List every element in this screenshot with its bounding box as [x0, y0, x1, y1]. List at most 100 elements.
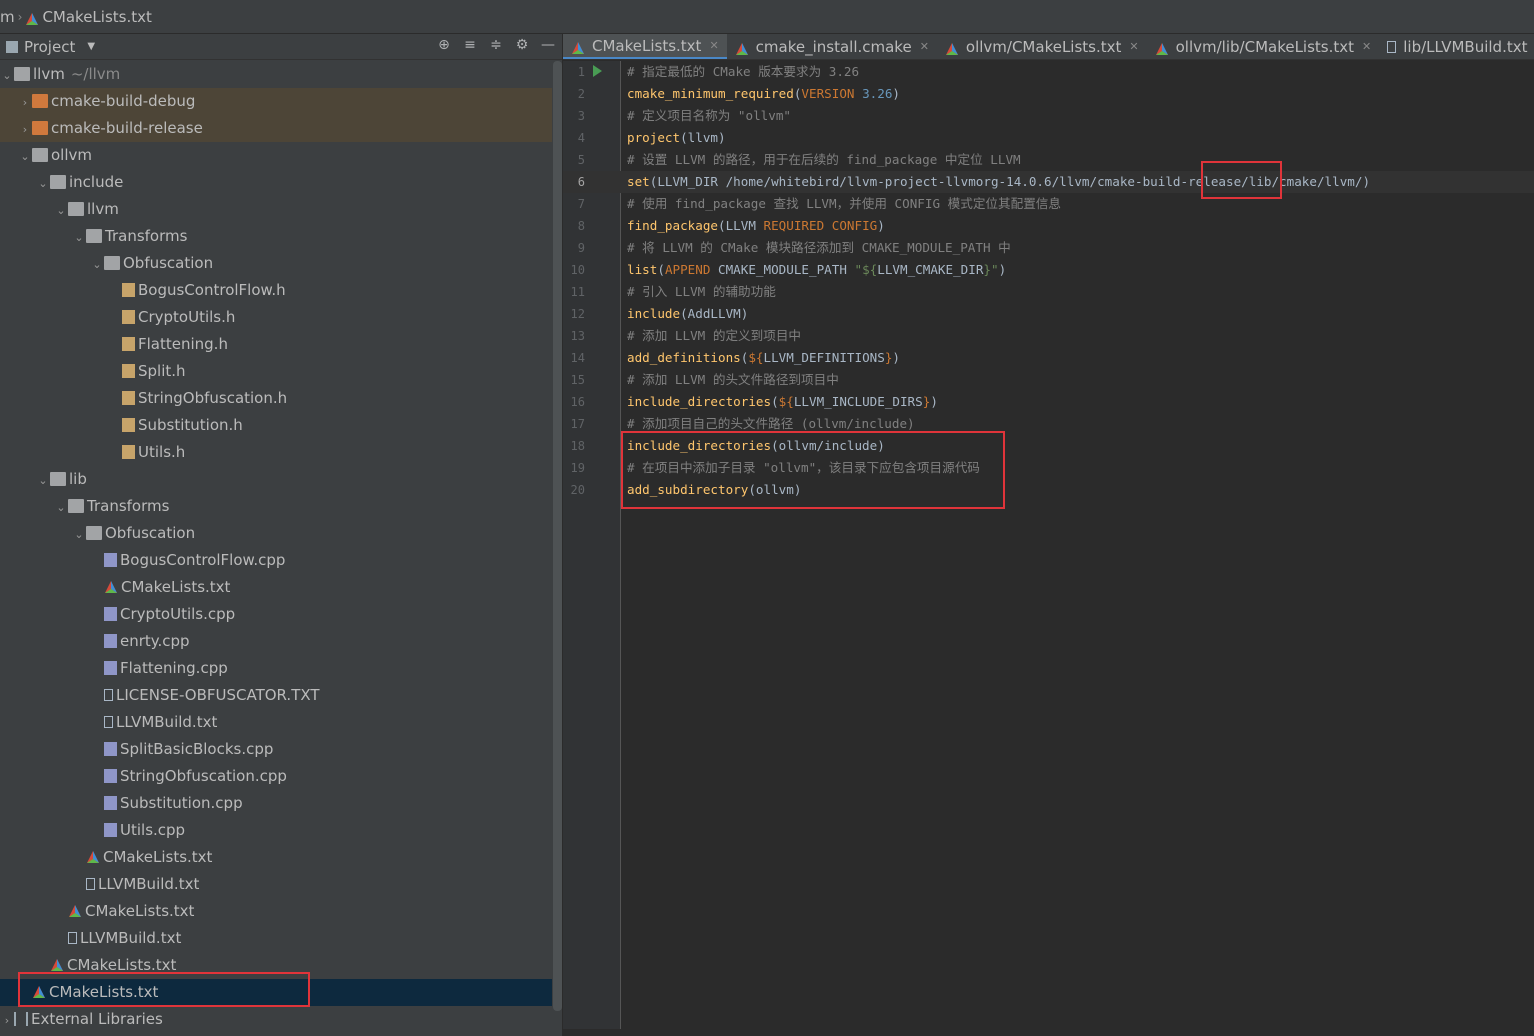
- tree-item[interactable]: BogusControlFlow.h: [0, 277, 552, 304]
- tree-item[interactable]: enrty.cpp: [0, 628, 552, 655]
- code-line[interactable]: 5 # 设置 LLVM 的路径，用于在后续的 find_package 中定位 L…: [563, 149, 1534, 171]
- editor-tab-label: ollvm/lib/CMakeLists.txt: [1175, 38, 1355, 56]
- chevron-down-icon[interactable]: ⌄: [36, 170, 50, 197]
- tree-item[interactable]: LICENSE-OBFUSCATOR.TXT: [0, 682, 552, 709]
- tree-item-label: CMakeLists.txt: [121, 578, 231, 596]
- code-token: # 设置 LLVM 的路径，用于在后续的 find_package 中定位 LL…: [627, 152, 1021, 167]
- tree-item[interactable]: SplitBasicBlocks.cpp: [0, 736, 552, 763]
- chevron-right-icon[interactable]: ›: [18, 116, 32, 143]
- code-line[interactable]: 16 include_directories(${LLVM_INCLUDE_DIR…: [563, 391, 1534, 413]
- close-icon[interactable]: ✕: [709, 34, 718, 59]
- dropdown-icon[interactable]: ▼: [87, 41, 95, 52]
- locate-icon[interactable]: ⊕: [436, 37, 452, 53]
- code-token: list: [627, 262, 658, 277]
- code-line[interactable]: 11 # 引入 LLVM 的辅助功能: [563, 281, 1534, 303]
- tree-item[interactable]: ⌄ llvm: [0, 196, 552, 223]
- tree-item-label: CMakeLists.txt: [85, 902, 195, 920]
- close-icon[interactable]: ✕: [1362, 34, 1371, 59]
- tree-item[interactable]: Substitution.h: [0, 412, 552, 439]
- tree-item[interactable]: StringObfuscation.h: [0, 385, 552, 412]
- chevron-down-icon[interactable]: ⌄: [90, 251, 104, 278]
- tree-item[interactable]: ⌄ Obfuscation: [0, 520, 552, 547]
- header-file-icon: [122, 336, 135, 351]
- code-line[interactable]: 12 include(AddLLVM): [563, 303, 1534, 325]
- code-line[interactable]: 3 # 定义项目名称为 "ollvm": [563, 105, 1534, 127]
- tree-item-label: LLVMBuild.txt: [80, 929, 182, 947]
- tree-item[interactable]: CMakeLists.txt: [0, 574, 552, 601]
- code-token: APPEND: [664, 262, 711, 277]
- chevron-down-icon[interactable]: ⌄: [72, 521, 86, 548]
- tree-item[interactable]: ⌄ llvm ~/llvm: [0, 61, 552, 88]
- tree-item[interactable]: › cmake-build-debug: [0, 88, 552, 115]
- tree-item[interactable]: LLVMBuild.txt: [0, 925, 552, 952]
- collapse-all-icon[interactable]: ≑: [488, 37, 504, 53]
- tree-item-path-hint: ~/llvm: [70, 65, 121, 83]
- tree-item[interactable]: CryptoUtils.h: [0, 304, 552, 331]
- code-line[interactable]: 7 # 使用 find_package 查找 LLVM，并使用 CONFIG 模式…: [563, 193, 1534, 215]
- editor-tab[interactable]: lib/LLVMBuild.txt✕: [1379, 34, 1534, 59]
- expand-all-icon[interactable]: ≡: [462, 37, 478, 53]
- code-line[interactable]: 15 # 添加 LLVM 的头文件路径到项目中: [563, 369, 1534, 391]
- tree-item[interactable]: ⌄ Transforms: [0, 493, 552, 520]
- project-panel: Project ▼ ⊕ ≡ ≑ ⚙ — ⌄ llvm ~/llvm › cmake-bu…: [0, 34, 562, 1036]
- tree-item[interactable]: ⌄ include: [0, 169, 552, 196]
- tree-item[interactable]: ⌄ ollvm: [0, 142, 552, 169]
- tree-item[interactable]: CMakeLists.txt: [0, 898, 552, 925]
- code-line[interactable]: 10 list(APPEND CMAKE_MODULE_PATH "${LLVM_…: [563, 259, 1534, 281]
- line-number: 12: [570, 307, 585, 321]
- editor-tab[interactable]: ollvm/CMakeLists.txt ✕: [937, 34, 1147, 59]
- gear-icon[interactable]: ⚙: [514, 37, 530, 53]
- editor-tab[interactable]: cmake_install.cmake ✕: [727, 34, 937, 59]
- breadcrumb-file[interactable]: CMakeLists.txt: [42, 8, 151, 26]
- close-icon[interactable]: ✕: [920, 34, 929, 59]
- tree-item[interactable]: ⌄ Obfuscation: [0, 250, 552, 277]
- tree-item[interactable]: ⌄ Transforms: [0, 223, 552, 250]
- tree-item[interactable]: StringObfuscation.cpp: [0, 763, 552, 790]
- code-line[interactable]: 8 find_package(LLVM REQUIRED CONFIG): [563, 215, 1534, 237]
- code-line[interactable]: 6 set(LLVM_DIR /home/whitebird/llvm-proje…: [563, 171, 1534, 193]
- tree-item-label: CMakeLists.txt: [103, 848, 213, 866]
- header-file-icon: [122, 417, 135, 432]
- chevron-down-icon[interactable]: ⌄: [54, 197, 68, 224]
- code-line[interactable]: 9 # 将 LLVM 的 CMake 模块路径添加到 CMAKE_MODULE_P…: [563, 237, 1534, 259]
- hide-icon[interactable]: —: [540, 37, 556, 53]
- close-icon[interactable]: ✕: [1129, 34, 1138, 59]
- tree-item[interactable]: ⌄ lib: [0, 466, 552, 493]
- editor-tab[interactable]: ollvm/lib/CMakeLists.txt ✕: [1147, 34, 1380, 59]
- tree-item[interactable]: LLVMBuild.txt: [0, 871, 552, 898]
- tree-item[interactable]: CMakeLists.txt: [0, 844, 552, 871]
- code-line[interactable]: 14 add_definitions(${LLVM_DEFINITIONS}): [563, 347, 1534, 369]
- tree-item[interactable]: Utils.cpp: [0, 817, 552, 844]
- cpp-file-icon: [104, 660, 117, 675]
- code-text: include_directories(${LLVM_INCLUDE_DIRS}…: [627, 391, 938, 413]
- tree-item[interactable]: BogusControlFlow.cpp: [0, 547, 552, 574]
- navigation-bar: m › CMakeLists.txt: [0, 0, 1534, 34]
- tree-scrollbar[interactable]: [553, 61, 562, 1011]
- code-line[interactable]: 1 # 指定最低的 CMake 版本要求为 3.26: [563, 61, 1534, 83]
- tree-item[interactable]: › External Libraries: [0, 1006, 552, 1033]
- chevron-down-icon[interactable]: ⌄: [72, 224, 86, 251]
- chevron-down-icon[interactable]: ⌄: [0, 62, 14, 89]
- tree-item[interactable]: Flattening.h: [0, 331, 552, 358]
- tree-item[interactable]: CryptoUtils.cpp: [0, 601, 552, 628]
- chevron-down-icon[interactable]: ⌄: [18, 143, 32, 170]
- tree-item[interactable]: Utils.h: [0, 439, 552, 466]
- run-icon[interactable]: [593, 65, 602, 77]
- chevron-right-icon[interactable]: ›: [0, 1007, 14, 1034]
- code-line[interactable]: 2 cmake_minimum_required(VERSION 3.26): [563, 83, 1534, 105]
- chevron-down-icon[interactable]: ⌄: [36, 467, 50, 494]
- chevron-right-icon[interactable]: ›: [18, 89, 32, 116]
- chevron-down-icon[interactable]: ⌄: [54, 494, 68, 521]
- tree-item[interactable]: Flattening.cpp: [0, 655, 552, 682]
- editor-tab[interactable]: CMakeLists.txt ✕: [563, 34, 727, 59]
- tree-item[interactable]: Split.h: [0, 358, 552, 385]
- code-line[interactable]: 13 # 添加 LLVM 的定义到项目中: [563, 325, 1534, 347]
- tree-item-label: SplitBasicBlocks.cpp: [120, 740, 274, 758]
- breadcrumb-root[interactable]: m: [0, 8, 15, 26]
- code-line[interactable]: 4 project(llvm): [563, 127, 1534, 149]
- tree-item[interactable]: LLVMBuild.txt: [0, 709, 552, 736]
- tree-item[interactable]: Substitution.cpp: [0, 790, 552, 817]
- tree-item[interactable]: › cmake-build-release: [0, 115, 552, 142]
- project-view-title[interactable]: Project: [24, 38, 75, 56]
- tree-item-label: llvm: [87, 200, 119, 218]
